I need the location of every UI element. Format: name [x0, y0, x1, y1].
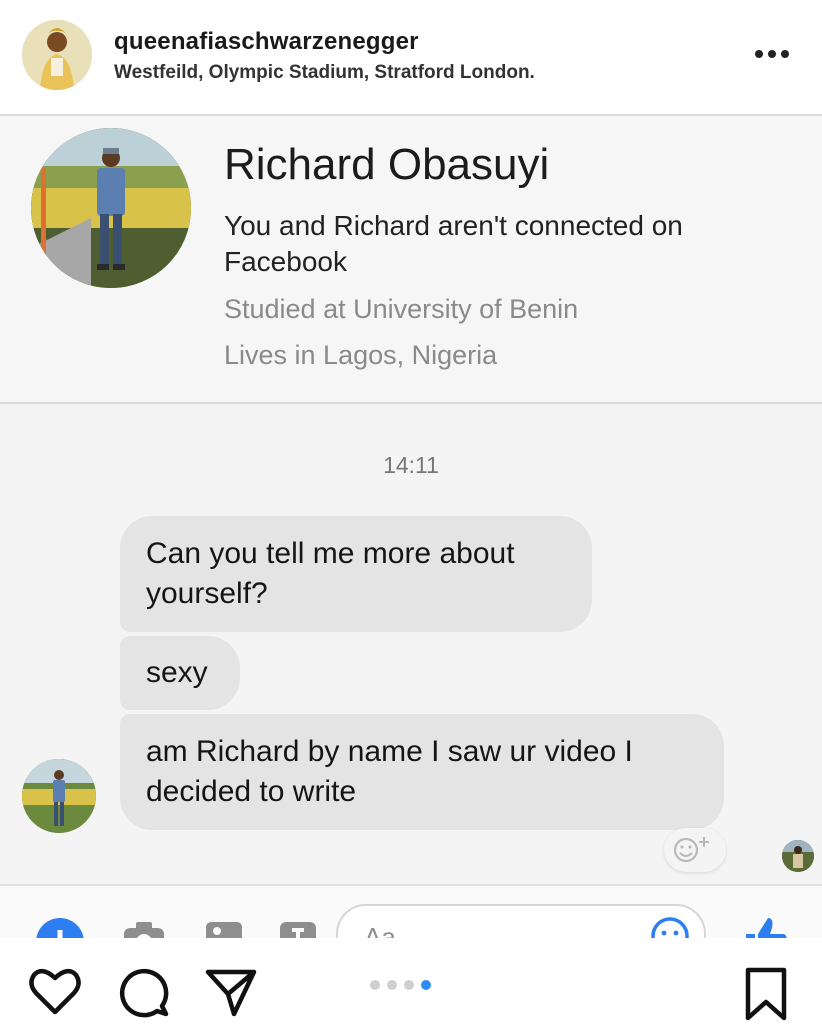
post-location[interactable]: Westfeild, Olympic Stadium, Stratford Lo… — [114, 62, 535, 84]
mic-icon[interactable] — [278, 918, 318, 938]
profile-education: Studied at University of Benin — [224, 294, 579, 324]
heart-icon[interactable] — [28, 966, 82, 1021]
carousel-dot — [370, 980, 380, 990]
connection-status: You and Richard aren't connected on Face… — [224, 210, 683, 277]
seen-indicator-avatar — [782, 840, 814, 872]
bookmark-icon[interactable] — [742, 966, 790, 1024]
comment-icon[interactable] — [118, 966, 170, 1023]
poster-username[interactable]: queenafiaschwarzenegger — [114, 28, 419, 56]
emoji-icon[interactable] — [650, 916, 690, 938]
post-header: queenafiaschwarzenegger Westfeild, Olymp… — [0, 0, 822, 114]
message-input-placeholder: Aa — [364, 922, 396, 938]
profile-card: Richard Obasuyi You and Richard aren't c… — [0, 114, 822, 404]
thumbs-up-icon[interactable] — [742, 914, 790, 938]
message-timestamp: 14:11 — [383, 452, 439, 478]
message-composer: Aa — [0, 884, 822, 938]
profile-photo — [31, 128, 191, 288]
profile-residence: Lives in Lagos, Nigeria — [224, 340, 498, 370]
message-bubble[interactable]: sexy — [120, 636, 240, 710]
more-options-icon[interactable] — [752, 42, 792, 66]
message-bubble[interactable]: Can you tell me more about yourself? — [120, 516, 592, 632]
message-bubble[interactable]: am Richard by name I saw ur video I deci… — [120, 714, 724, 830]
plus-icon[interactable] — [34, 916, 86, 938]
profile-name: Richard Obasuyi — [224, 140, 550, 189]
camera-icon[interactable] — [122, 918, 166, 938]
carousel-dot — [387, 980, 397, 990]
gallery-icon[interactable] — [204, 918, 244, 938]
carousel-dot — [404, 980, 414, 990]
sender-avatar[interactable] — [22, 759, 96, 833]
add-reaction-icon[interactable] — [664, 828, 726, 872]
carousel-dot-active — [421, 980, 431, 990]
poster-avatar[interactable] — [22, 20, 92, 90]
carousel-indicator — [370, 980, 431, 990]
messenger-screenshot: Richard Obasuyi You and Richard aren't c… — [0, 114, 822, 938]
post-action-bar — [0, 938, 822, 1024]
message-input[interactable]: Aa — [336, 904, 706, 938]
share-icon[interactable] — [204, 966, 258, 1024]
